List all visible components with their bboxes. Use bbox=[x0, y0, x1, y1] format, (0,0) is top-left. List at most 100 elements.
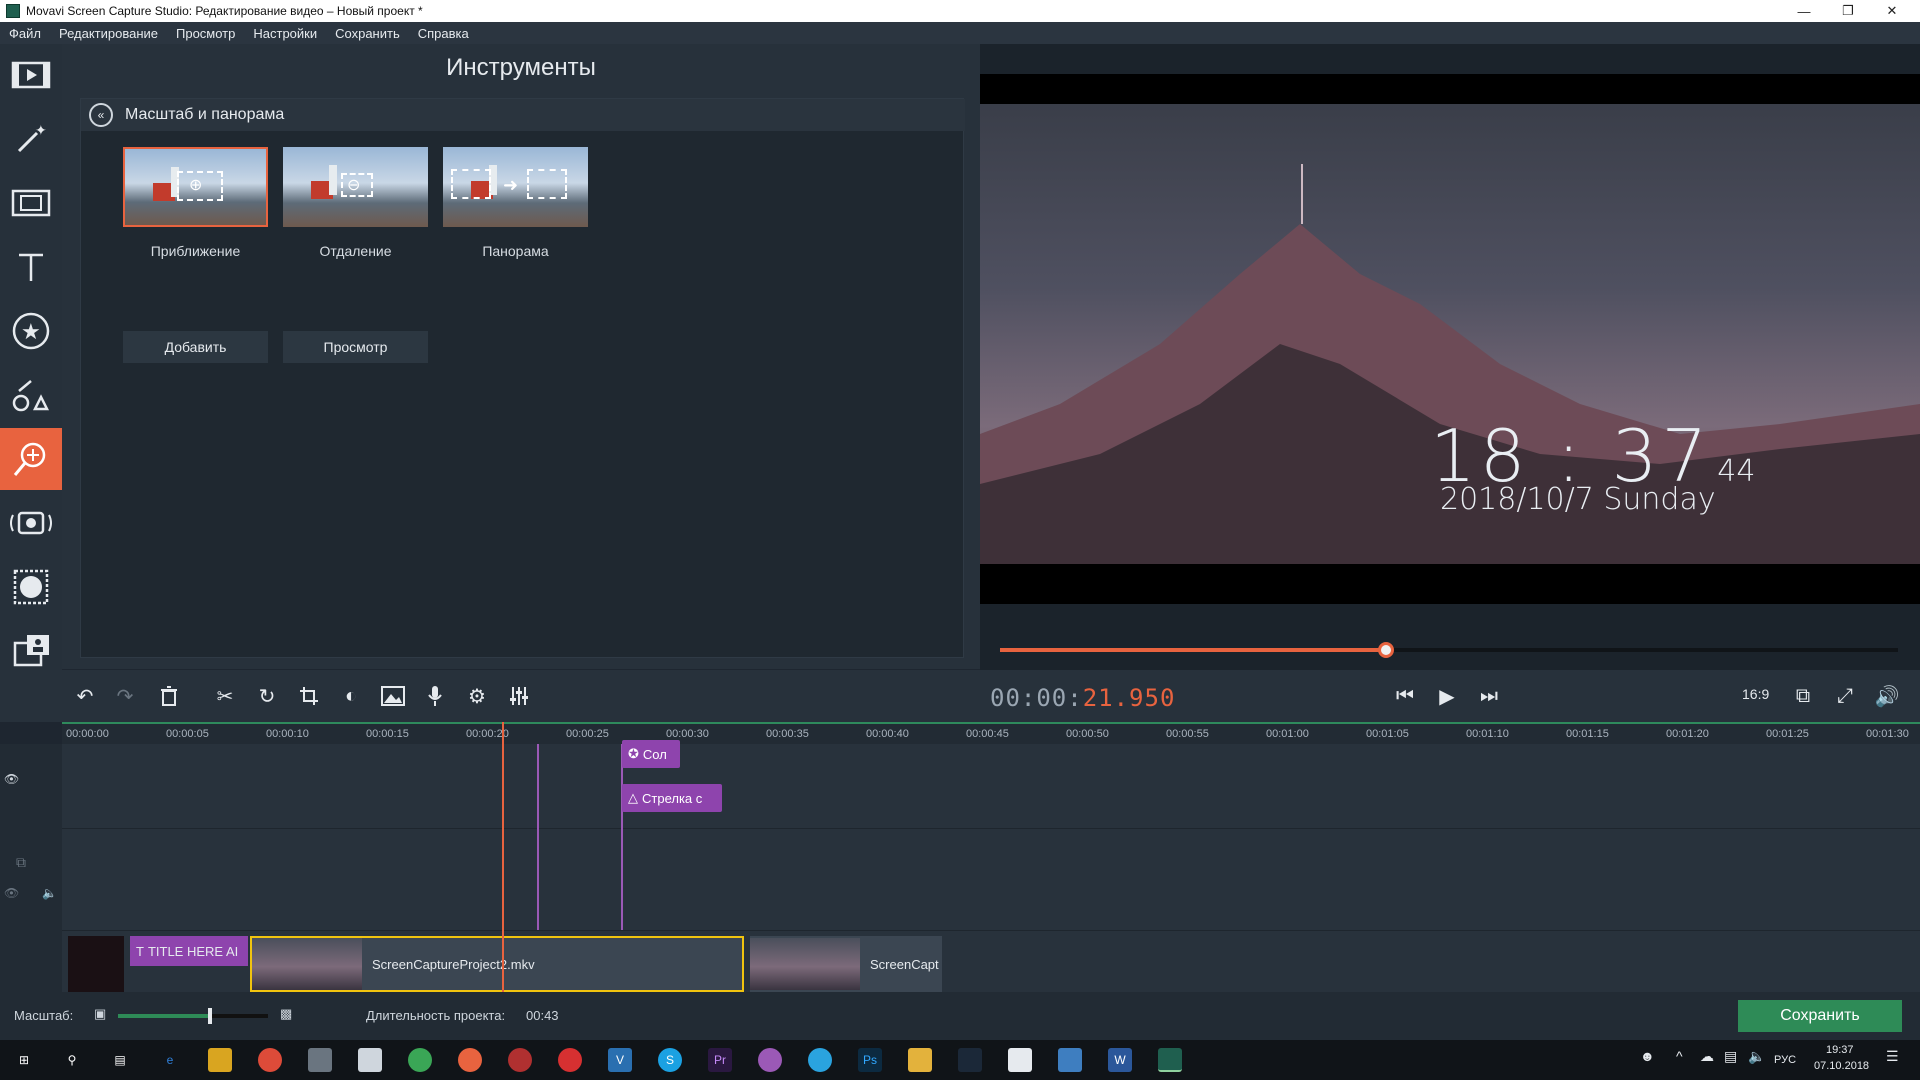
second-video-clip[interactable]: ScreenCapt bbox=[750, 936, 942, 992]
stabilization-icon[interactable] bbox=[0, 492, 62, 554]
visibility-icon[interactable]: 👁 bbox=[4, 772, 19, 786]
stickers-icon[interactable]: ★ bbox=[0, 300, 62, 362]
arrow-clip[interactable]: △ Стрелка с bbox=[622, 784, 722, 812]
ruler-tick: 00:01:30 bbox=[1866, 728, 1909, 740]
app-icon-white[interactable] bbox=[1008, 1048, 1032, 1072]
add-button[interactable]: Добавить bbox=[123, 331, 268, 363]
color-adjust-icon[interactable]: ◐ bbox=[336, 682, 366, 710]
magic-filters-icon[interactable]: ✦ bbox=[0, 108, 62, 170]
app-icon-blue[interactable] bbox=[1058, 1048, 1082, 1072]
mute-icon[interactable]: 🔈 bbox=[42, 886, 57, 900]
chrome-icon[interactable] bbox=[258, 1048, 282, 1072]
undo-icon[interactable]: ↶ bbox=[70, 682, 100, 710]
menu-help[interactable]: Справка bbox=[409, 26, 478, 41]
app-icon-yellow[interactable] bbox=[908, 1048, 932, 1072]
transitions-icon[interactable] bbox=[0, 172, 62, 234]
menu-view[interactable]: Просмотр bbox=[167, 26, 244, 41]
playback-seek-bar[interactable] bbox=[1000, 642, 1898, 658]
preview-button[interactable]: Просмотр bbox=[283, 331, 428, 363]
restore-icon[interactable]: ❐ bbox=[1826, 0, 1870, 22]
cloud-icon[interactable]: ☁ bbox=[1700, 1048, 1714, 1065]
volume-icon[interactable]: 🔊 bbox=[1872, 682, 1902, 710]
popout-icon[interactable]: ⧉ bbox=[1788, 682, 1818, 710]
zoom-out-icon[interactable]: ▣ bbox=[94, 1006, 106, 1022]
app-icon-orange[interactable] bbox=[458, 1048, 482, 1072]
clock-date-tray[interactable]: 07.10.2018 bbox=[1814, 1060, 1869, 1072]
fullscreen-icon[interactable]: ⤢ bbox=[1830, 682, 1860, 710]
preview-video[interactable]: 18 : 37 44 2018/10/7 Sunday bbox=[980, 74, 1920, 604]
language-indicator[interactable]: РУС bbox=[1774, 1054, 1796, 1066]
menu-file[interactable]: Файл bbox=[0, 26, 50, 41]
import-media-icon[interactable] bbox=[0, 44, 62, 106]
cut-icon[interactable]: ✂ bbox=[210, 682, 240, 710]
effect-thumbnail[interactable]: ⊖ bbox=[283, 147, 428, 227]
title-clip[interactable]: T TITLE HERE AI bbox=[130, 936, 248, 966]
clip-intro[interactable] bbox=[68, 936, 124, 992]
notifications-icon[interactable]: ☰ bbox=[1886, 1048, 1899, 1065]
minimize-icon[interactable]: — bbox=[1782, 0, 1826, 22]
telegram-icon[interactable] bbox=[808, 1048, 832, 1072]
vegas-icon[interactable]: V bbox=[608, 1048, 632, 1072]
app-icon-purple[interactable] bbox=[758, 1048, 782, 1072]
task-view-icon[interactable]: ▤ bbox=[108, 1048, 132, 1072]
explorer-icon[interactable] bbox=[208, 1048, 232, 1072]
zoom-slider[interactable] bbox=[118, 1008, 268, 1024]
effect-label: Отдаление bbox=[319, 243, 392, 259]
mail-icon[interactable] bbox=[358, 1048, 382, 1072]
word-icon[interactable]: W bbox=[1108, 1048, 1132, 1072]
save-button[interactable]: Сохранить bbox=[1738, 1000, 1902, 1032]
rotate-icon[interactable]: ↻ bbox=[252, 682, 282, 710]
effect-zoom-out[interactable]: ⊖ Отдаление bbox=[283, 147, 428, 259]
tray-chevron-icon[interactable]: ^ bbox=[1676, 1048, 1683, 1064]
search-icon[interactable]: ⚲ bbox=[60, 1048, 84, 1072]
main-video-clip[interactable]: ScreenCaptureProject2.mkv bbox=[250, 936, 744, 992]
zoom-pan-icon[interactable] bbox=[0, 428, 62, 490]
redo-icon[interactable]: ↷ bbox=[110, 682, 140, 710]
effect-thumbnail[interactable]: ➜ bbox=[443, 147, 588, 227]
effect-zoom-in[interactable]: ⊕ Приближение bbox=[123, 147, 268, 259]
utorrent-icon[interactable] bbox=[408, 1048, 432, 1072]
premiere-icon[interactable]: Pr bbox=[708, 1048, 732, 1072]
photoshop-icon[interactable]: Ps bbox=[858, 1048, 882, 1072]
menu-settings[interactable]: Настройки bbox=[244, 26, 326, 41]
timeline-ruler[interactable]: 00:00:00 00:00:05 00:00:10 00:00:15 00:0… bbox=[62, 722, 1920, 744]
opera-icon[interactable] bbox=[558, 1048, 582, 1072]
highlight-hide-icon[interactable] bbox=[0, 556, 62, 618]
crop-icon[interactable] bbox=[294, 682, 324, 710]
skype-icon[interactable]: S bbox=[658, 1048, 682, 1072]
shapes-icon[interactable] bbox=[0, 364, 62, 426]
image-icon[interactable] bbox=[378, 682, 408, 710]
people-icon[interactable]: ☻ bbox=[1640, 1048, 1655, 1064]
equalizer-icon[interactable] bbox=[504, 682, 534, 710]
windows-start-icon[interactable]: ⊞ bbox=[12, 1048, 36, 1072]
play-icon[interactable]: ▶ bbox=[1432, 682, 1462, 710]
store-icon[interactable] bbox=[308, 1048, 332, 1072]
effect-pan[interactable]: ➜ Панорама bbox=[443, 147, 588, 259]
close-icon[interactable]: ✕ bbox=[1870, 0, 1914, 22]
steam-icon[interactable] bbox=[958, 1048, 982, 1072]
menu-edit[interactable]: Редактирование bbox=[50, 26, 167, 41]
zoom-slider-handle[interactable] bbox=[207, 1008, 212, 1024]
titles-icon[interactable] bbox=[0, 236, 62, 298]
zoom-in-icon[interactable]: ▩ bbox=[280, 1006, 292, 1022]
microphone-icon[interactable] bbox=[420, 682, 450, 710]
delete-icon[interactable] bbox=[154, 682, 184, 710]
playhead[interactable] bbox=[502, 722, 504, 992]
video-visibility-icon[interactable]: 👁 bbox=[4, 886, 19, 900]
aspect-ratio-button[interactable]: 16:9 bbox=[1742, 686, 1769, 702]
gear-icon[interactable]: ⚙ bbox=[462, 682, 492, 710]
sticker-clip[interactable]: ✪ Сол bbox=[622, 740, 680, 768]
yandex-icon[interactable] bbox=[508, 1048, 532, 1072]
volume-tray-icon[interactable]: 🔈 bbox=[1748, 1048, 1765, 1065]
link-tracks-icon[interactable]: ⧉ bbox=[16, 854, 26, 871]
skip-back-icon[interactable]: ⏮ bbox=[1390, 682, 1420, 710]
edge-icon[interactable]: e bbox=[158, 1048, 182, 1072]
clock-time-tray[interactable]: 19:37 bbox=[1826, 1044, 1854, 1056]
skip-forward-icon[interactable]: ⏭ bbox=[1474, 682, 1504, 710]
seek-handle[interactable] bbox=[1378, 642, 1395, 658]
effect-thumbnail[interactable]: ⊕ bbox=[123, 147, 268, 227]
network-icon[interactable]: ▤ bbox=[1724, 1048, 1737, 1065]
menu-save[interactable]: Сохранить bbox=[326, 26, 409, 41]
movavi-icon[interactable] bbox=[1158, 1048, 1182, 1072]
back-icon[interactable]: « bbox=[89, 103, 113, 127]
